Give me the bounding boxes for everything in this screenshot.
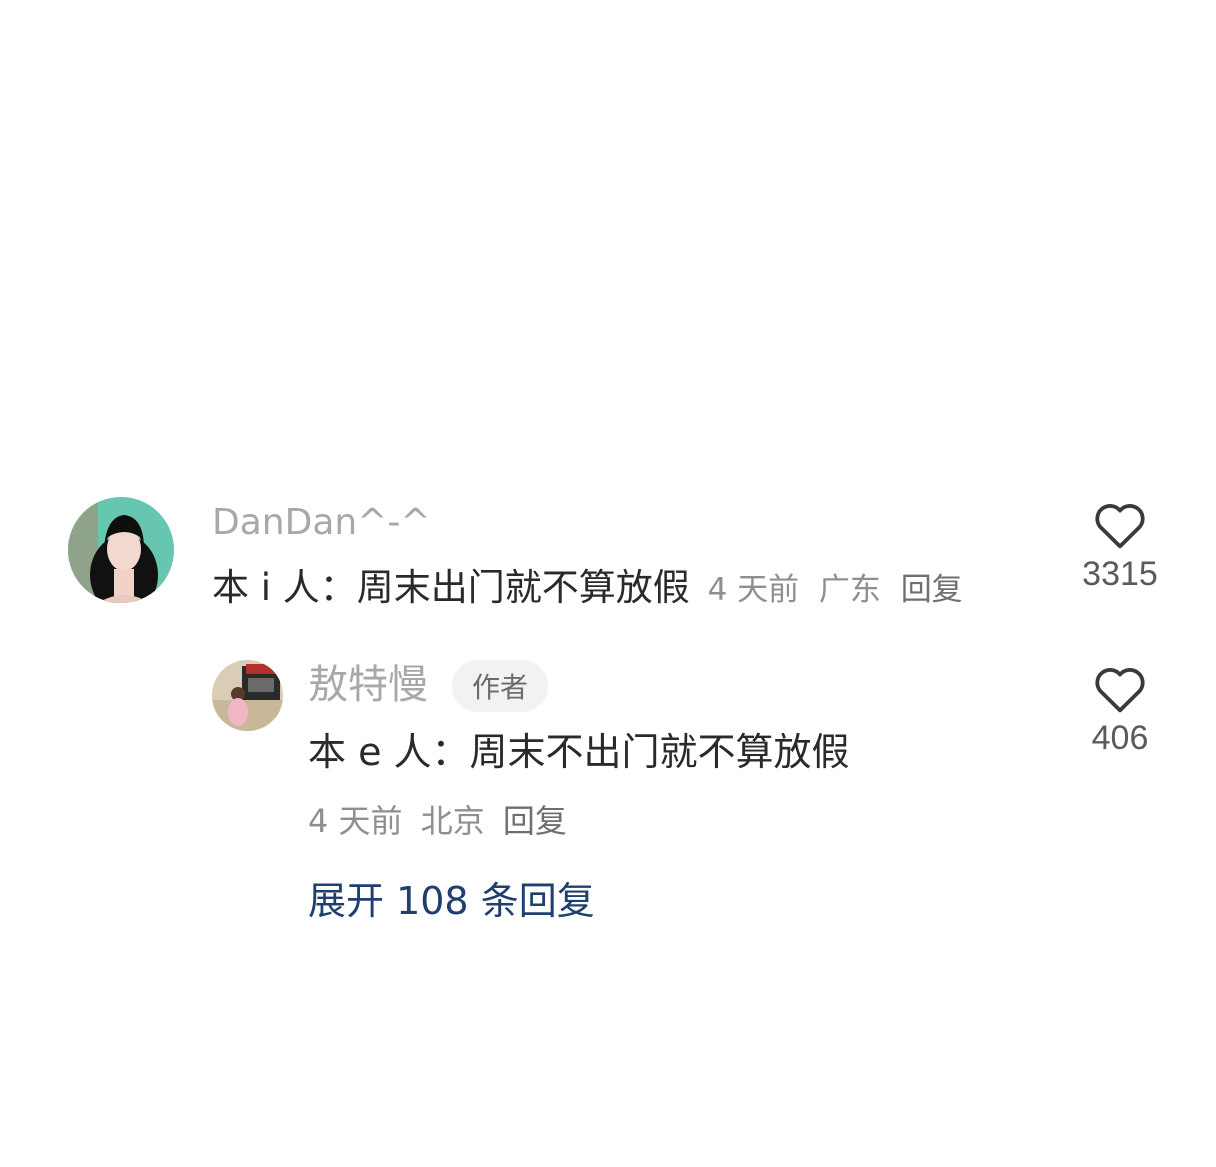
reply-item: 敖特慢 作者 本 e 人：周末不出门就不算放假 4 天前 北京 回复 406 — [0, 640, 1216, 880]
heart-outline-icon — [1095, 504, 1145, 549]
expand-replies-button[interactable]: 展开 108 条回复 — [308, 876, 595, 926]
comment-body: 本 i 人：周末出门就不算放假 4 天前 广东 回复 — [212, 564, 963, 614]
comment-time: 4 天前 — [707, 572, 800, 608]
reply-location: 北京 — [420, 802, 485, 840]
reply-text: 本 e 人：周末不出门就不算放假 — [308, 730, 850, 774]
comment-like-count: 3315 — [1082, 555, 1158, 593]
reply-reply-button[interactable]: 回复 — [503, 802, 567, 840]
comment-text: 本 i 人：周末出门就不算放假 — [212, 566, 690, 609]
comment-location: 广东 — [818, 572, 881, 608]
author-badge: 作者 — [452, 660, 548, 712]
reply-meta: 4 天前 北京 回复 — [308, 800, 567, 842]
avatar-image — [68, 497, 174, 603]
replier-username[interactable]: 敖特慢 — [308, 660, 428, 710]
avatar-image — [212, 660, 283, 731]
reply-time: 4 天前 — [308, 802, 403, 840]
heart-outline-icon — [1095, 668, 1145, 713]
reply-like-count: 406 — [1091, 719, 1149, 757]
commenter-username[interactable]: DanDan^-^ — [212, 500, 431, 546]
commenter-avatar[interactable] — [68, 497, 174, 603]
comment-like-button[interactable]: 3315 — [1070, 500, 1170, 594]
replier-avatar[interactable] — [212, 660, 283, 731]
comment-item: DanDan^-^ 本 i 人：周末出门就不算放假 4 天前 广东 回复 331… — [0, 0, 1216, 640]
reply-like-button[interactable]: 406 — [1070, 664, 1170, 758]
comment-reply-button[interactable]: 回复 — [901, 572, 963, 608]
